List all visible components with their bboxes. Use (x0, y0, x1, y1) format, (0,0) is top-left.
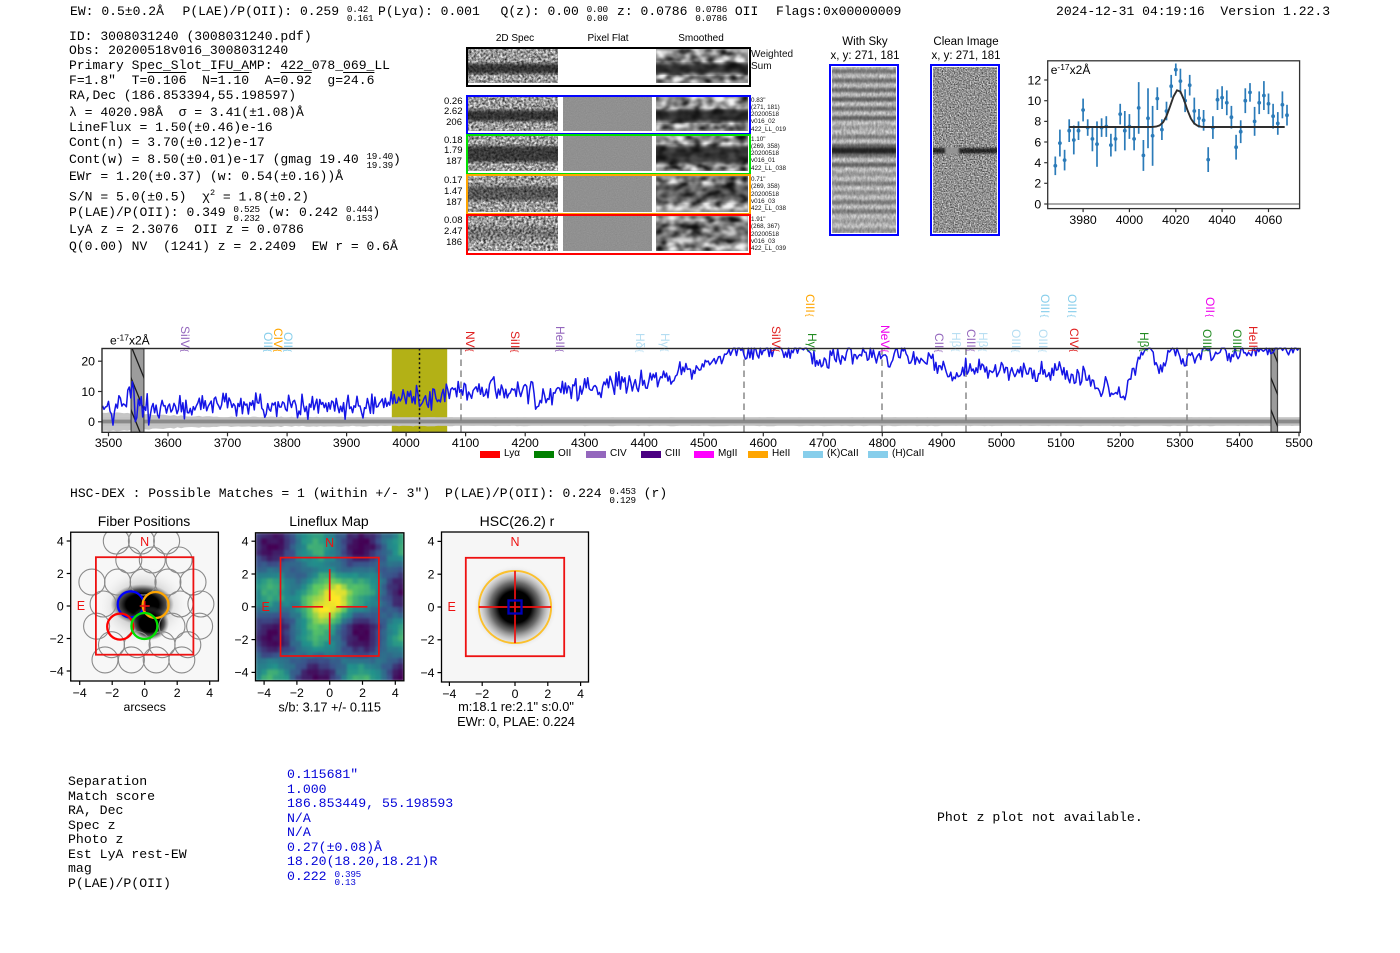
svg-text:5200: 5200 (1107, 436, 1135, 450)
svg-text:4: 4 (242, 535, 249, 549)
svg-text:E: E (448, 600, 456, 614)
svg-text:−2: −2 (290, 686, 304, 700)
svg-text:4300: 4300 (571, 436, 599, 450)
svg-text:−2: −2 (105, 686, 119, 700)
svg-text:4060: 4060 (1255, 213, 1283, 227)
svg-text:4: 4 (1034, 156, 1041, 170)
svg-text:−4: −4 (50, 664, 64, 678)
svg-text:s/b: 3.17 +/- 0.115: s/b: 3.17 +/- 0.115 (278, 699, 381, 714)
svg-text:EWr: 0, PLAE: 0.224: EWr: 0, PLAE: 0.224 (457, 714, 575, 729)
svg-text:5300: 5300 (1166, 436, 1194, 450)
svg-text:4900: 4900 (928, 436, 956, 450)
svg-text:10: 10 (1028, 94, 1042, 108)
svg-text:4: 4 (577, 687, 584, 701)
svg-text:−2: −2 (420, 633, 434, 647)
svg-text:4400: 4400 (631, 436, 659, 450)
svg-text:N: N (510, 535, 519, 549)
svg-text:m:18.1 re:2.1" s:0.0": m:18.1 re:2.1" s:0.0" (458, 699, 574, 714)
svg-text:E: E (77, 599, 85, 613)
svg-text:8: 8 (1034, 115, 1041, 129)
svg-text:3600: 3600 (154, 436, 182, 450)
svg-text:20: 20 (81, 355, 95, 369)
svg-text:2: 2 (242, 567, 249, 581)
svg-text:0: 0 (326, 686, 333, 700)
svg-text:0: 0 (57, 599, 64, 613)
svg-text:−2: −2 (50, 632, 64, 646)
svg-text:e-17x2Å: e-17x2Å (1051, 62, 1091, 77)
svg-text:2: 2 (428, 568, 435, 582)
svg-text:4020: 4020 (1162, 213, 1190, 227)
svg-text:5400: 5400 (1226, 436, 1254, 450)
svg-text:0: 0 (1034, 197, 1041, 211)
svg-text:0: 0 (242, 600, 249, 614)
svg-text:3800: 3800 (273, 436, 301, 450)
svg-text:2: 2 (1034, 177, 1041, 191)
svg-text:4500: 4500 (690, 436, 718, 450)
svg-text:2: 2 (57, 567, 64, 581)
svg-text:arcsecs: arcsecs (124, 700, 166, 714)
svg-text:−4: −4 (442, 687, 456, 701)
svg-text:−4: −4 (73, 686, 87, 700)
svg-text:6: 6 (1034, 135, 1041, 149)
svg-text:−4: −4 (234, 666, 248, 680)
svg-text:4: 4 (57, 534, 64, 548)
svg-text:10: 10 (81, 385, 95, 399)
svg-text:3700: 3700 (214, 436, 242, 450)
svg-text:e-17x2Å: e-17x2Å (110, 333, 150, 348)
svg-text:2: 2 (359, 686, 366, 700)
svg-text:3500: 3500 (95, 436, 123, 450)
svg-text:5000: 5000 (988, 436, 1016, 450)
svg-text:3900: 3900 (333, 436, 361, 450)
svg-text:4000: 4000 (1116, 213, 1144, 227)
svg-text:4: 4 (428, 535, 435, 549)
svg-text:−4: −4 (257, 686, 271, 700)
svg-text:−4: −4 (420, 666, 434, 680)
svg-text:5100: 5100 (1047, 436, 1075, 450)
svg-text:0: 0 (141, 686, 148, 700)
svg-text:4000: 4000 (392, 436, 420, 450)
svg-text:4: 4 (206, 686, 213, 700)
svg-text:0: 0 (428, 600, 435, 614)
svg-text:12: 12 (1028, 73, 1042, 87)
svg-text:2: 2 (174, 686, 181, 700)
svg-text:N: N (140, 535, 149, 549)
svg-text:4: 4 (392, 686, 399, 700)
svg-text:−2: −2 (234, 633, 248, 647)
svg-text:4040: 4040 (1208, 213, 1236, 227)
svg-text:0: 0 (88, 415, 95, 429)
svg-text:E: E (262, 600, 270, 614)
svg-text:5500: 5500 (1285, 436, 1313, 450)
svg-text:4100: 4100 (452, 436, 480, 450)
svg-text:N: N (325, 536, 334, 550)
svg-text:3980: 3980 (1069, 213, 1097, 227)
